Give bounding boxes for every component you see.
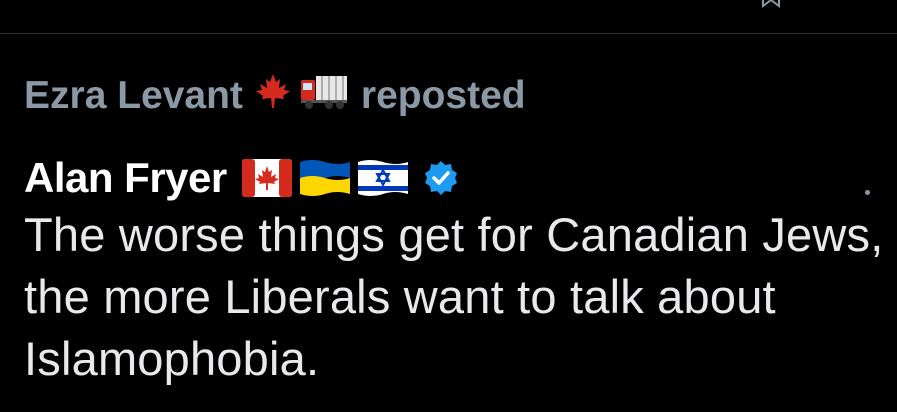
post-body-text: The worse things get for Canadian Jews, … (24, 208, 884, 385)
truck-icon (299, 71, 349, 121)
reposter-name[interactable]: Ezra Levant (24, 74, 243, 118)
share-icon[interactable] (850, 0, 872, 8)
author-handle-redacted (459, 158, 884, 198)
post-divider (0, 33, 897, 34)
more-options-icon[interactable] (865, 190, 870, 195)
israel-flag-icon (357, 160, 408, 196)
repost-action-label: reposted (360, 74, 526, 117)
post-header: Alan Fryer (24, 150, 884, 206)
verified-badge-icon[interactable] (423, 160, 459, 196)
previous-post-actions (0, 0, 897, 34)
repost-indicator[interactable]: Ezra Levant reposted (24, 68, 526, 124)
maple-leaf-icon (253, 71, 293, 121)
canada-flag-icon (241, 159, 292, 197)
ukraine-flag-icon (299, 160, 350, 196)
bookmark-icon[interactable] (760, 0, 782, 8)
author-name[interactable]: Alan Fryer (24, 154, 227, 202)
